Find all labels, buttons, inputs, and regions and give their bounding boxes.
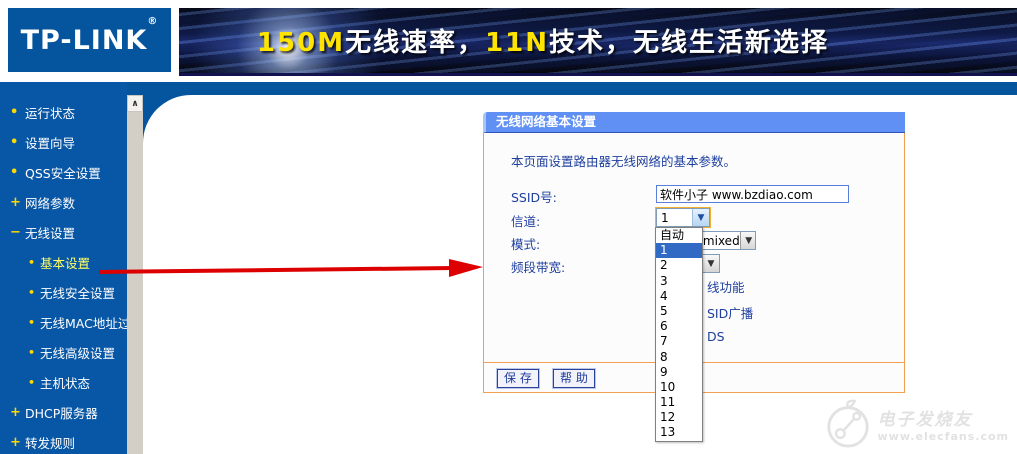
sidebar-item-label: 无线安全设置 [40, 285, 116, 301]
sidebar-item-label: 转发规则 [25, 435, 76, 451]
channel-option[interactable]: 9 [656, 365, 702, 380]
sidebar-item-label: 设置向导 [25, 135, 76, 151]
sidebar-item-label: 无线MAC地址过滤 [40, 315, 127, 331]
mode-label: 模式: [511, 237, 541, 252]
channel-option[interactable]: 7 [656, 334, 702, 349]
expand-plus-icon: + [10, 434, 21, 450]
panel-intro-text: 本页面设置路由器无线网络的基本参数。 [511, 154, 737, 169]
enable-wireless-label-partial[interactable]: 线功能 [707, 277, 745, 296]
sidebar-item-label: DHCP服务器 [25, 405, 98, 421]
bullet-icon: • [28, 375, 36, 389]
channel-option[interactable]: 13 [656, 425, 702, 440]
ssid-label: SSID号: [511, 190, 557, 205]
help-button[interactable]: 帮 助 [553, 369, 595, 388]
router-admin-page: TP-LINK® 150M无线速率，11N技术，无线生活新选择 • 运行状态 • 设… [0, 0, 1017, 454]
sidebar-item-label: QSS安全设置 [25, 165, 101, 181]
sidebar-item-label: 网络参数 [25, 195, 76, 211]
promo-banner: 150M无线速率，11N技术，无线生活新选择 [179, 8, 1017, 76]
ssid-input[interactable] [656, 185, 849, 203]
channel-option[interactable]: 3 [656, 274, 702, 289]
channel-option[interactable]: 12 [656, 410, 702, 425]
channel-option[interactable]: 6 [656, 319, 702, 334]
bandwidth-label: 频段带宽: [511, 260, 566, 275]
sidebar-item-label: 基本设置 [40, 255, 91, 271]
bullet-icon: • [28, 315, 36, 329]
bullet-icon: • [10, 164, 19, 180]
banner-highlight-150m: 150M [256, 28, 346, 58]
chevron-down-icon[interactable]: ▼ [692, 209, 709, 226]
registered-mark: ® [147, 15, 159, 27]
elecfans-logo-icon [826, 399, 869, 448]
channel-option[interactable]: 8 [656, 350, 702, 365]
channel-select-value: 1 [661, 210, 669, 225]
banner-part2: 无线速率， [345, 28, 486, 58]
sidebar-menu: • 运行状态 • 设置向导 • QSS安全设置 + 网络参数 − 无线设置 • 基本设置 •… [0, 82, 127, 454]
logo-text: TP-LINK [20, 24, 148, 56]
sidebar-item-basic-settings[interactable]: • 基本设置 [0, 247, 127, 277]
channel-select[interactable]: 1 ▼ [656, 208, 710, 227]
bullet-icon: • [28, 345, 36, 359]
bullet-icon: • [10, 134, 19, 150]
page-header: TP-LINK® 150M无线速率，11N技术，无线生活新选择 [0, 0, 1017, 82]
bullet-icon: • [28, 285, 36, 299]
wds-label-partial[interactable]: DS [707, 329, 725, 344]
bullet-icon: • [10, 104, 19, 120]
channel-option-selected[interactable]: 1 [656, 243, 702, 259]
sidebar-item-label: 主机状态 [40, 375, 91, 391]
watermark-title: 电子发烧友 [877, 410, 973, 430]
save-button[interactable]: 保 存 [497, 369, 539, 388]
sidebar-item-setup-wizard[interactable]: • 设置向导 [0, 127, 127, 157]
tp-link-logo: TP-LINK® [8, 8, 171, 72]
sidebar-item-label: 运行状态 [25, 105, 76, 121]
watermark: 电子发烧友 www.elecfans.com [824, 398, 1009, 450]
expand-plus-icon: + [10, 404, 21, 420]
scroll-up-button[interactable]: ∧ [127, 95, 143, 112]
sidebar-item-label: 无线设置 [25, 225, 76, 241]
sidebar-item-running-status[interactable]: • 运行状态 [0, 97, 127, 127]
sidebar-item-qss-security[interactable]: • QSS安全设置 [0, 157, 127, 187]
channel-label: 信道: [511, 214, 541, 229]
expand-plus-icon: + [10, 194, 21, 210]
channel-option[interactable]: 10 [656, 380, 702, 395]
channel-option[interactable]: 5 [656, 304, 702, 319]
sidebar-item-host-status[interactable]: • 主机状态 [0, 367, 127, 397]
channel-option[interactable]: 11 [656, 395, 702, 410]
scroll-up-icon: ∧ [131, 98, 139, 109]
sidebar-item-mac-filter[interactable]: • 无线MAC地址过滤 [0, 307, 127, 337]
ssid-broadcast-label-partial[interactable]: SID广播 [707, 303, 753, 322]
channel-option-auto[interactable]: 自动 [656, 228, 702, 243]
chevron-down-icon[interactable]: ▼ [739, 232, 755, 249]
panel-title: 无线网络基本设置 [483, 112, 905, 133]
channel-option[interactable]: 4 [656, 289, 702, 304]
channel-option[interactable]: 2 [656, 258, 702, 273]
sidebar-item-network-params[interactable]: + 网络参数 [0, 187, 127, 217]
sidebar-item-wireless-security[interactable]: • 无线安全设置 [0, 277, 127, 307]
bullet-icon: • [28, 255, 36, 269]
sidebar-item-wireless-settings[interactable]: − 无线设置 [0, 217, 127, 247]
banner-part4: 技术，无线生活新选择 [549, 28, 830, 58]
watermark-text: 电子发烧友 www.elecfans.com [878, 405, 1009, 443]
collapse-minus-icon: − [10, 224, 21, 240]
banner-text: 150M无线速率，11N技术，无线生活新选择 [257, 22, 829, 59]
watermark-url: www.elecfans.com [877, 430, 1009, 443]
channel-dropdown-list: 自动 1 2 3 4 5 6 7 8 9 10 11 12 13 [655, 227, 703, 442]
sidebar-item-wireless-advanced[interactable]: • 无线高级设置 [0, 337, 127, 367]
sidebar-item-forwarding-rules[interactable]: + 转发规则 [0, 427, 127, 454]
vertical-scrollbar[interactable]: ∧ [127, 95, 143, 454]
sidebar-item-dhcp-server[interactable]: + DHCP服务器 [0, 397, 127, 427]
sidebar-item-label: 无线高级设置 [40, 345, 116, 361]
chevron-down-icon[interactable]: ▼ [702, 255, 719, 272]
banner-highlight-11n: 11N [485, 28, 550, 58]
